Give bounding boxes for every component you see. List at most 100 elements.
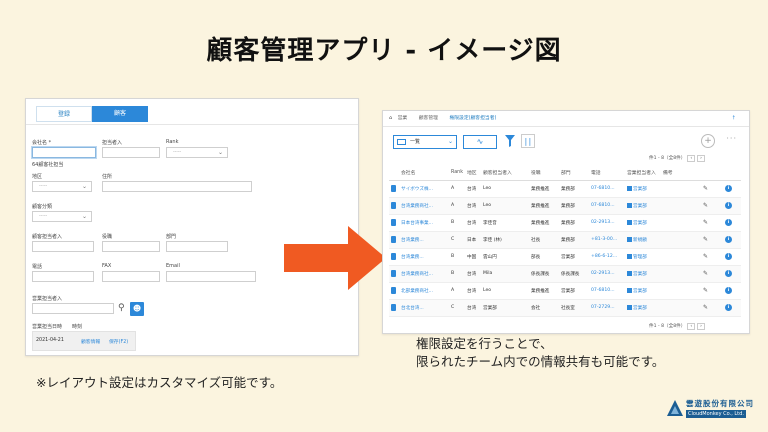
record-icon-cell[interactable]	[389, 180, 399, 198]
table-row[interactable]: 台北台湾... C 台湾 営業部 会社 社長室 07-2729... 営業部 ✎ i	[389, 299, 741, 317]
table-row[interactable]: サイボウズ株... A 台湾 Leo 業務推進 業務部 07-6810... 営業部 ✎ i	[389, 180, 741, 198]
pager-next[interactable]: ›	[697, 323, 705, 330]
pencil-icon[interactable]: ✎	[703, 253, 708, 260]
table-row[interactable]: 台湾業務... B 中国 雲山円 部長 営業部 +86-6-12... 管理部 ✎ i	[389, 248, 741, 266]
edit-cell[interactable]: ✎	[701, 180, 723, 198]
info-icon[interactable]: i	[725, 287, 732, 294]
info-cell[interactable]: i	[723, 265, 741, 283]
record-icon-cell[interactable]	[389, 265, 399, 283]
breadcrumb-item[interactable]: 顧客管理	[419, 116, 438, 121]
info-icon[interactable]: i	[725, 185, 732, 192]
company-cell[interactable]: 北部業務商社...	[399, 282, 449, 300]
sales-rep-input[interactable]	[32, 303, 114, 314]
tab-customer[interactable]: 顧客	[92, 106, 148, 122]
pencil-icon[interactable]: ✎	[703, 202, 708, 209]
info-icon[interactable]: i	[725, 304, 732, 311]
record-icon-cell[interactable]	[389, 248, 399, 266]
breadcrumb-item[interactable]: 営業	[398, 116, 408, 121]
user-select-button[interactable]: ☻	[130, 302, 144, 316]
more-icon[interactable]: ···	[726, 134, 737, 143]
company-cell[interactable]: 台湾業務...	[399, 231, 449, 249]
edit-cell[interactable]: ✎	[701, 299, 723, 317]
company-cell[interactable]: 台湾業務商社...	[399, 197, 449, 215]
status-select[interactable]: ----- ⌄	[32, 211, 92, 222]
company-cell[interactable]: サイボウズ株...	[399, 180, 449, 198]
info-cell[interactable]: i	[723, 231, 741, 249]
info-icon[interactable]: i	[725, 253, 732, 260]
column-header[interactable]: 電話	[589, 166, 625, 181]
bar-chart-icon[interactable]: ∣∣	[521, 134, 535, 148]
rank-select[interactable]: ----- ⌄	[166, 147, 228, 158]
pencil-icon[interactable]: ✎	[703, 236, 708, 243]
edit-cell[interactable]: ✎	[701, 231, 723, 249]
pencil-icon[interactable]: ✎	[703, 304, 708, 311]
customer-info-link[interactable]: 顧客情報	[81, 338, 100, 345]
info-cell[interactable]: i	[723, 214, 741, 232]
record-icon-cell[interactable]	[389, 299, 399, 317]
filter-icon[interactable]	[505, 135, 515, 147]
search-icon[interactable]: ⚲	[118, 303, 125, 313]
edit-cell[interactable]: ✎	[701, 197, 723, 215]
column-header[interactable]: 備考	[661, 166, 701, 181]
company-cell[interactable]: 日本台湾事業...	[399, 214, 449, 232]
record-icon-cell[interactable]	[389, 197, 399, 215]
area-select[interactable]: ----- ⌄	[32, 181, 92, 192]
pager-prev[interactable]: ‹	[687, 155, 696, 162]
company-cell[interactable]: 台北台湾...	[399, 299, 449, 317]
tab-register[interactable]: 登録	[36, 106, 92, 122]
table-row[interactable]: 台湾業務商社... A 台湾 Leo 業務推進 業務部 07-6810... 営業部 ✎ i	[389, 197, 741, 215]
graph-button[interactable]: ∿	[463, 135, 497, 149]
record-icon-cell[interactable]	[389, 214, 399, 232]
record-icon-cell[interactable]	[389, 282, 399, 300]
add-record-button[interactable]: +	[701, 134, 715, 148]
area-cell: 台湾	[465, 180, 481, 198]
pencil-icon[interactable]: ✎	[703, 185, 708, 192]
column-header[interactable]: Rank	[449, 166, 465, 181]
info-icon[interactable]: i	[725, 219, 732, 226]
table-row[interactable]: 日本台湾事業... B 台湾 李佳音 業務推進 業務部 02-2913... 営業部 ✎ i	[389, 214, 741, 232]
table-row[interactable]: 台湾業務... C 日本 李佳 (林) 社長 業務部 +81-3-00... 新規顧 ✎ i	[389, 231, 741, 249]
edit-cell[interactable]: ✎	[701, 282, 723, 300]
info-cell[interactable]: i	[723, 197, 741, 215]
record-icon-cell[interactable]	[389, 231, 399, 249]
column-header[interactable]: 会社名	[399, 166, 449, 181]
column-header[interactable]: 部門	[559, 166, 589, 181]
company-name-input[interactable]	[32, 147, 96, 158]
pin-icon[interactable]: †	[733, 111, 735, 127]
view-select[interactable]: 一覧 ⌄	[393, 135, 457, 149]
person-in-charge-input[interactable]	[32, 241, 94, 252]
info-icon[interactable]: i	[725, 270, 732, 277]
column-header[interactable]: 顧客担当者入	[481, 166, 529, 181]
info-icon[interactable]: i	[725, 202, 732, 209]
pencil-icon[interactable]: ✎	[703, 270, 708, 277]
department-input[interactable]	[166, 241, 228, 252]
table-row[interactable]: 台湾業務商社... B 台湾 Mila 係長課長 係長課長 02-2913... 営業部 ✎ i	[389, 265, 741, 283]
table-row[interactable]: 北部業務商社... A 台湾 Leo 業務推進 営業部 07-6810... 営業部 ✎ i	[389, 282, 741, 300]
edit-cell[interactable]: ✎	[701, 248, 723, 266]
company-cell[interactable]: 台湾業務...	[399, 248, 449, 266]
save-link[interactable]: 保存(F2)	[109, 338, 128, 345]
edit-cell[interactable]: ✎	[701, 214, 723, 232]
info-icon[interactable]: i	[725, 236, 732, 243]
position-input[interactable]	[102, 241, 160, 252]
info-cell[interactable]: i	[723, 180, 741, 198]
info-cell[interactable]: i	[723, 299, 741, 317]
column-header[interactable]: 地区	[465, 166, 481, 181]
info-cell[interactable]: i	[723, 282, 741, 300]
edit-cell[interactable]: ✎	[701, 265, 723, 283]
email-input[interactable]	[166, 271, 256, 282]
column-header[interactable]: 営業担当者入	[625, 166, 661, 181]
fax-input[interactable]	[102, 271, 160, 282]
company-cell[interactable]: 台湾業務商社...	[399, 265, 449, 283]
tel-input[interactable]	[32, 271, 94, 282]
pencil-icon[interactable]: ✎	[703, 287, 708, 294]
date-value[interactable]: 2021-04-21	[36, 338, 64, 343]
column-header[interactable]: 役職	[529, 166, 559, 181]
pager-next[interactable]: ›	[697, 155, 705, 162]
pager-prev[interactable]: ‹	[687, 323, 696, 330]
home-icon[interactable]: ⌂	[389, 116, 392, 121]
info-cell[interactable]: i	[723, 248, 741, 266]
address-input[interactable]	[102, 181, 252, 192]
contact-input[interactable]	[102, 147, 160, 158]
pencil-icon[interactable]: ✎	[703, 219, 708, 226]
